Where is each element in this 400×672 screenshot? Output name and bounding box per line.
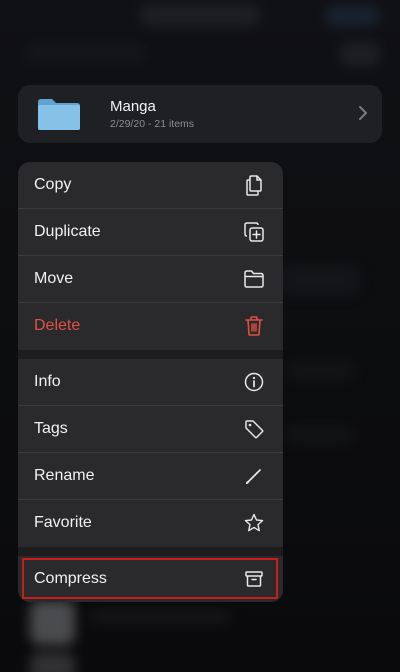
blurred-background-row [285, 360, 355, 380]
menu-item-favorite[interactable]: Favorite [18, 500, 283, 547]
menu-item-tags[interactable]: Tags [18, 406, 283, 453]
menu-item-label: Copy [34, 176, 72, 193]
folder-preview-card[interactable]: Manga 2/29/20 - 21 items [18, 85, 382, 143]
menu-item-move[interactable]: Move [18, 256, 283, 303]
tag-icon [245, 420, 264, 439]
blurred-background-thumbnail [30, 652, 75, 672]
menu-item-info[interactable]: Info [18, 359, 283, 406]
chevron-right-icon [359, 106, 367, 120]
menu-item-label: Duplicate [34, 223, 101, 240]
blurred-header-title [140, 4, 260, 26]
folder-icon [244, 270, 264, 288]
menu-item-compress[interactable]: Compress [18, 556, 283, 602]
trash-icon [245, 316, 263, 336]
menu-item-delete[interactable]: Delete [18, 303, 283, 350]
blurred-background-row [285, 425, 355, 445]
files-screen: Manga 2/29/20 - 21 items Copy Duplicate … [0, 0, 400, 672]
menu-item-copy[interactable]: Copy [18, 162, 283, 209]
folder-details: 2/29/20 - 21 items [110, 118, 195, 130]
blurred-background-text [25, 45, 145, 61]
archive-icon [245, 571, 263, 587]
blurred-header-button [325, 6, 380, 26]
blurred-background-button [340, 42, 380, 66]
menu-item-label: Move [34, 270, 74, 287]
pencil-icon [245, 469, 261, 485]
star-icon [244, 513, 264, 532]
menu-item-rename[interactable]: Rename [18, 453, 283, 500]
menu-group-separator [18, 350, 283, 359]
folder-icon [38, 99, 80, 130]
blurred-background-row [280, 265, 360, 295]
menu-item-label: Rename [34, 467, 95, 484]
duplicate-icon [244, 222, 264, 242]
folder-name: Manga [110, 98, 156, 115]
blurred-background-thumbnail [30, 600, 75, 645]
menu-item-label: Info [34, 373, 61, 390]
menu-item-label: Compress [34, 570, 107, 587]
copy-icon [246, 175, 262, 196]
menu-group-separator [18, 547, 283, 556]
menu-item-label: Favorite [34, 514, 92, 531]
menu-item-label: Tags [34, 420, 68, 437]
menu-item-label: Delete [34, 317, 81, 334]
info-icon [244, 372, 264, 392]
menu-item-duplicate[interactable]: Duplicate [18, 209, 283, 256]
blurred-background-text [90, 610, 230, 624]
context-menu: Copy Duplicate Move Delete Info Tags Ren… [18, 162, 283, 602]
